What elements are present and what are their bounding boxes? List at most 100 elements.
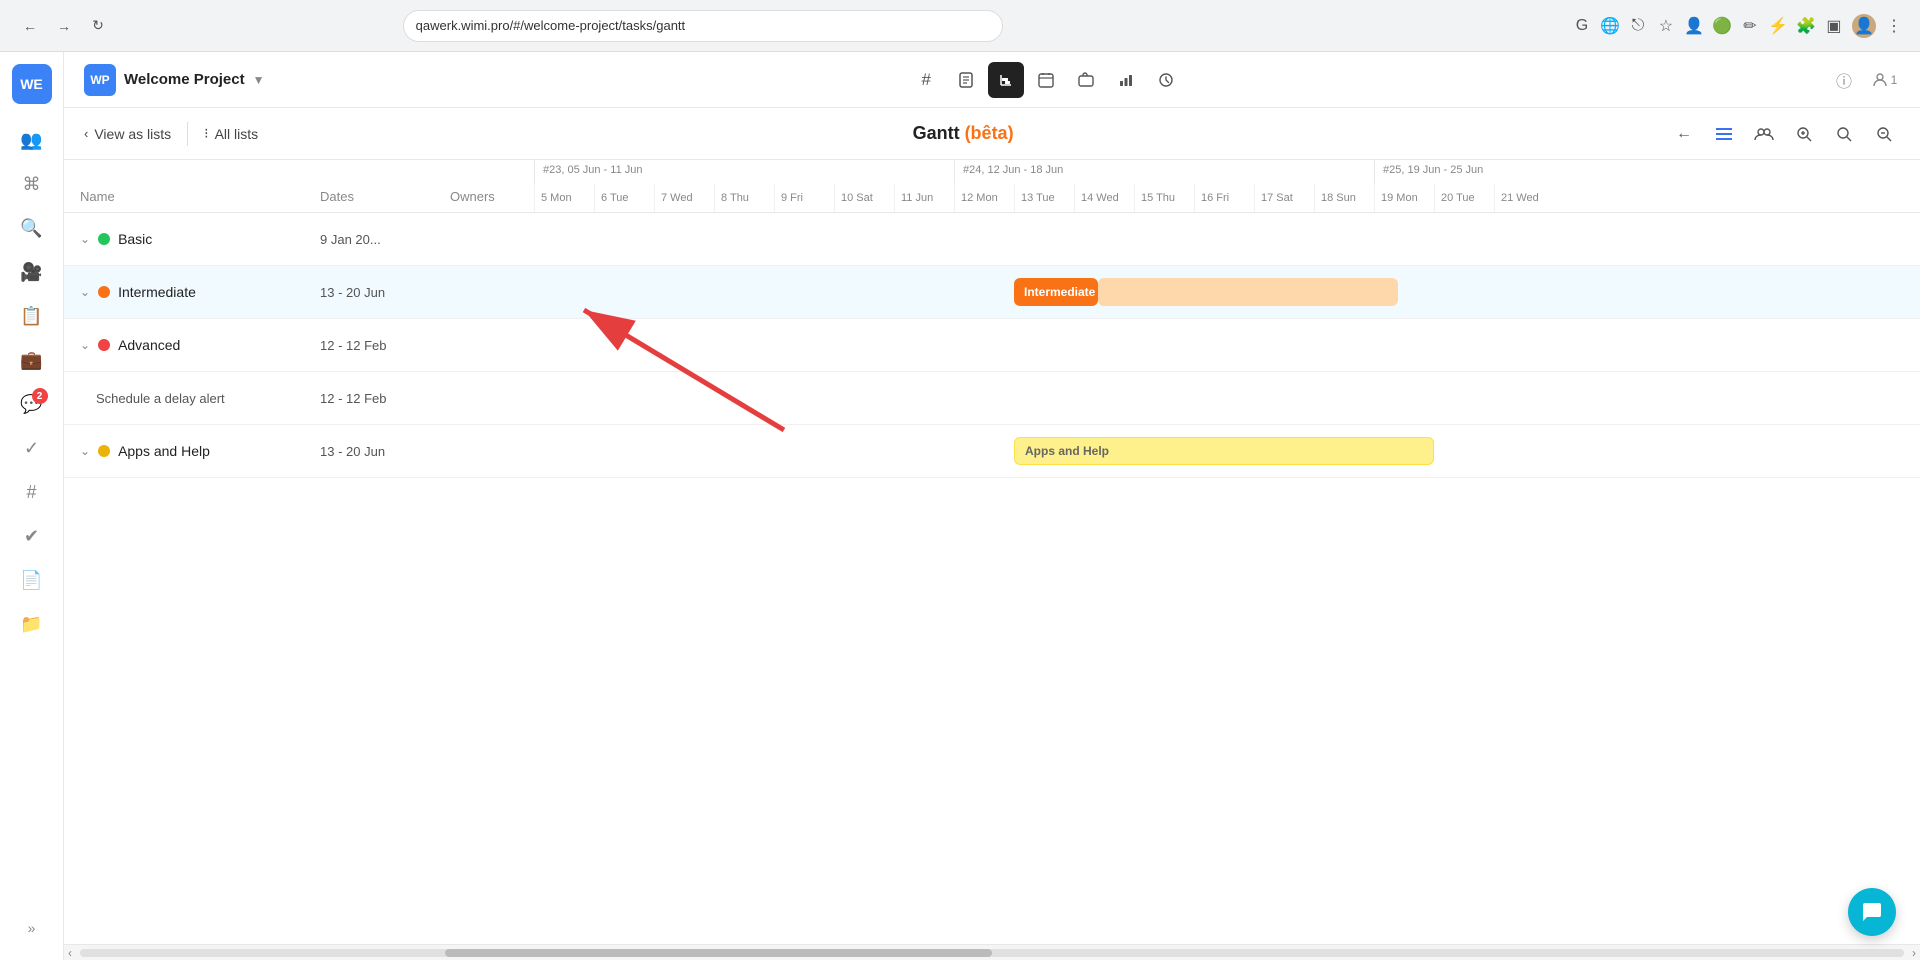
search-icon: 🔍 [20,218,42,239]
day-6tue: 6 Tue [594,184,654,212]
sidebar-item-search[interactable]: 🔍 [12,208,52,248]
day-5mon: 5 Mon [534,184,594,212]
schedule-name-label: Schedule a delay alert [96,391,225,406]
gantt-scrollbar[interactable]: ‹ › [64,944,1920,960]
row-advanced-name: ⌄ Advanced [64,337,304,353]
people-icon: 👥 [20,130,42,151]
gantt-view-button[interactable] [988,62,1024,98]
chat-bubble-button[interactable] [1848,888,1896,936]
back-chevron-icon: ‹ [84,126,88,141]
all-lists-button[interactable]: ⁝ All lists [204,125,258,142]
day-13tue: 13 Tue [1014,184,1074,212]
history-view-button[interactable] [1148,62,1184,98]
row-schedule-dates: 12 - 12 Feb [304,391,434,406]
search-button[interactable] [1828,118,1860,150]
sidebar-item-file[interactable]: 📄 [12,560,52,600]
star-icon[interactable]: ☆ [1656,16,1676,36]
chart-view-button[interactable] [1108,62,1144,98]
calendar-view-button[interactable] [1028,62,1064,98]
day-labels: 5 Mon 6 Tue 7 Wed 8 Thu 9 Fri 10 Sat 11 … [534,184,1920,212]
forward-button[interactable]: → [50,12,78,40]
row-apps-help: ⌄ Apps and Help 13 - 20 Jun Apps and Hel… [64,425,1920,478]
toolbar-right: ⓘ 1 [1828,64,1900,96]
sidebar-logo: WE [12,64,52,104]
gantt-list-button[interactable] [1708,118,1740,150]
share-icon[interactable]: ⎋ [1628,16,1648,36]
user-icon[interactable]: 1 [1868,64,1900,96]
chat-badge: 2 [32,388,48,404]
row-schedule-timeline [534,372,1920,424]
scrollbar-track[interactable] [80,949,1904,957]
row-apps-name: ⌄ Apps and Help [64,443,304,459]
day-17sat: 17 Sat [1254,184,1314,212]
row-advanced: ⌄ Advanced 12 - 12 Feb [64,319,1920,372]
browser-chrome: ← → ↻ qawerk.wimi.pro/#/welcome-project/… [0,0,1920,52]
sidebar-item-check[interactable]: ✓ [12,428,52,468]
refresh-button[interactable]: ↻ [84,12,112,40]
sidebar-item-video[interactable]: 🎥 [12,252,52,292]
sidebar-item-chat[interactable]: 💬 2 [12,384,52,424]
google-icon[interactable]: G [1572,16,1592,36]
day-7wed: 7 Wed [654,184,714,212]
menu-icon[interactable]: ⋮ [1884,16,1904,36]
view-as-lists-button[interactable]: ‹ View as lists [84,126,171,142]
browser-icons: G 🌐 ⎋ ☆ 👤 🟢 ✏ ⚡ 🧩 ▣ 👤 ⋮ [1572,14,1904,38]
window-icon[interactable]: ▣ [1824,16,1844,36]
ext4-icon[interactable]: 🧩 [1796,16,1816,36]
info-icon[interactable]: ⓘ [1828,64,1860,96]
sidebar-bottom: » [12,908,52,948]
hash-view-button[interactable]: # [908,62,944,98]
sidebar-item-people[interactable]: 👥 [12,120,52,160]
sidebar-item-grid[interactable]: ⌘ [12,164,52,204]
gantt-people-button[interactable] [1748,118,1780,150]
clipboard-icon: 📋 [20,306,42,327]
sidebar-expand-button[interactable]: » [12,908,52,948]
week-25-label: #25, 19 Jun - 25 Jun [1374,160,1614,184]
zoom-out-button[interactable] [1868,118,1900,150]
day-19mon: 19 Mon [1374,184,1434,212]
apps-dot [98,445,110,457]
avatar-icon[interactable]: 👤 [1852,14,1876,38]
intermediate-dot [98,286,110,298]
day-8thu: 8 Thu [714,184,774,212]
gantt-nav-left: ‹ View as lists ⁝ All lists [84,122,258,146]
sidebar-item-checkmark[interactable]: ✔ [12,516,52,556]
sidebar-item-folder[interactable]: 📁 [12,604,52,644]
check-icon: ✓ [24,438,39,459]
doc-view-button[interactable] [948,62,984,98]
day-15thu: 15 Thu [1134,184,1194,212]
translate-icon[interactable]: 🌐 [1600,16,1620,36]
intermediate-bar-solid[interactable]: Intermediate [1014,278,1098,306]
gantt-beta-label: (bêta) [965,123,1014,143]
day-18sun: 18 Sun [1314,184,1374,212]
row-schedule-fixed: Schedule a delay alert 12 - 12 Feb [64,372,534,424]
gantt-title: Gantt (bêta) [258,123,1668,144]
row-intermediate: ⌄ Intermediate 13 - 20 Jun Intermediate [64,266,1920,319]
apps-chevron[interactable]: ⌄ [80,444,90,458]
project-title[interactable]: WP Welcome Project ▼ [84,64,265,96]
sidebar-item-clipboard[interactable]: 📋 [12,296,52,336]
advanced-chevron[interactable]: ⌄ [80,338,90,352]
intermediate-chevron[interactable]: ⌄ [80,285,90,299]
zoom-in-button[interactable] [1788,118,1820,150]
gantt-back-button[interactable]: ← [1668,118,1700,150]
fixed-column-headers: Name Dates Owners [64,160,534,212]
row-advanced-dates: 12 - 12 Feb [304,338,434,353]
sidebar-item-briefcase[interactable]: 💼 [12,340,52,380]
basic-chevron[interactable]: ⌄ [80,232,90,246]
owners-column-header: Owners [434,160,534,212]
portfolio-view-button[interactable] [1068,62,1104,98]
ext3-icon[interactable]: ⚡ [1768,16,1788,36]
scrollbar-thumb[interactable] [445,949,992,957]
advanced-name-label: Advanced [118,337,180,353]
row-intermediate-fixed: ⌄ Intermediate 13 - 20 Jun [64,266,534,318]
day-10sat: 10 Sat [834,184,894,212]
back-button[interactable]: ← [16,12,44,40]
ext1-icon[interactable]: 🟢 [1712,16,1732,36]
address-bar[interactable]: qawerk.wimi.pro/#/welcome-project/tasks/… [403,10,1003,42]
sidebar-item-hash[interactable]: # [12,472,52,512]
apps-help-bar[interactable]: Apps and Help [1014,437,1434,465]
ext2-icon[interactable]: ✏ [1740,16,1760,36]
profile-icon[interactable]: 👤 [1684,16,1704,36]
gantt-nav-right: ← [1668,118,1900,150]
